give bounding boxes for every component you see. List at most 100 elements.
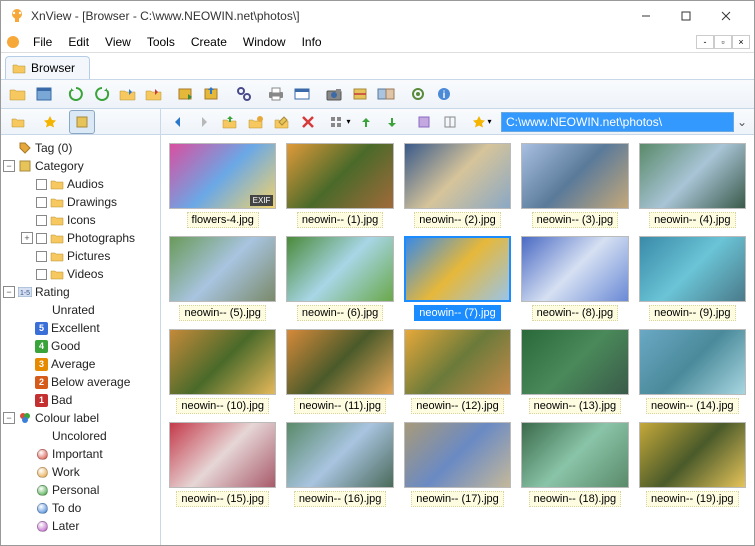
- thumbnail-filename[interactable]: neowin-- (13).jpg: [529, 398, 622, 414]
- menu-file[interactable]: File: [25, 33, 60, 51]
- thumbnail-image[interactable]: [286, 329, 393, 395]
- sort-asc-button[interactable]: [353, 110, 379, 134]
- thumbnail-item[interactable]: neowin-- (9).jpg: [639, 236, 746, 321]
- open-button[interactable]: [5, 82, 31, 106]
- tree-colour-item[interactable]: To do: [3, 499, 158, 517]
- tree-category-item[interactable]: Icons: [3, 211, 158, 229]
- thumbnail-item[interactable]: neowin-- (6).jpg: [286, 236, 393, 321]
- thumbnail-filename[interactable]: neowin-- (6).jpg: [297, 305, 383, 321]
- thumbnail-item[interactable]: neowin-- (3).jpg: [521, 143, 628, 228]
- menu-view[interactable]: View: [97, 33, 139, 51]
- thumbnail-filename[interactable]: neowin-- (10).jpg: [176, 398, 269, 414]
- thumbnail-filename[interactable]: neowin-- (19).jpg: [646, 491, 739, 507]
- tree-category[interactable]: −Category: [3, 157, 158, 175]
- thumbnail-item[interactable]: neowin-- (16).jpg: [286, 422, 393, 507]
- thumbnail-image[interactable]: [639, 422, 746, 488]
- favorites-dropdown[interactable]: ▾: [469, 110, 495, 134]
- checkbox[interactable]: [36, 179, 47, 190]
- thumbnail-filename[interactable]: flowers-4.jpg: [187, 212, 259, 228]
- new-folder-button[interactable]: [243, 110, 269, 134]
- menu-edit[interactable]: Edit: [60, 33, 97, 51]
- thumbnail-image[interactable]: [404, 329, 511, 395]
- thumbnail-image[interactable]: [404, 143, 511, 209]
- mdi-close-button[interactable]: ×: [732, 35, 750, 49]
- thumbnail-item[interactable]: neowin-- (17).jpg: [404, 422, 511, 507]
- tree-category-item[interactable]: Pictures: [3, 247, 158, 265]
- tree-colour-item[interactable]: Important: [3, 445, 158, 463]
- thumbnail-item[interactable]: neowin-- (7).jpg: [404, 236, 511, 321]
- thumbnail-item[interactable]: neowin-- (18).jpg: [521, 422, 628, 507]
- thumbnail-item[interactable]: EXIF flowers-4.jpg: [169, 143, 276, 228]
- thumbnail-item[interactable]: neowin-- (8).jpg: [521, 236, 628, 321]
- thumbnail-image[interactable]: [169, 236, 276, 302]
- tree-colour-label[interactable]: −Colour label: [3, 409, 158, 427]
- thumbnail-image[interactable]: [169, 422, 276, 488]
- thumbnail-item[interactable]: neowin-- (10).jpg: [169, 329, 276, 414]
- thumbnail-item[interactable]: neowin-- (12).jpg: [404, 329, 511, 414]
- thumbnail-filename[interactable]: neowin-- (14).jpg: [646, 398, 739, 414]
- thumbnail-item[interactable]: neowin-- (19).jpg: [639, 422, 746, 507]
- menu-create[interactable]: Create: [183, 33, 235, 51]
- thumbnail-item[interactable]: neowin-- (4).jpg: [639, 143, 746, 228]
- capture-button[interactable]: [321, 82, 347, 106]
- tree-rating-item[interactable]: 4Good: [3, 337, 158, 355]
- checkbox[interactable]: [36, 215, 47, 226]
- tree-category-item[interactable]: Audios: [3, 175, 158, 193]
- thumbnail-image[interactable]: EXIF: [169, 143, 276, 209]
- favorite-button[interactable]: [37, 110, 63, 134]
- thumbnail-item[interactable]: neowin-- (11).jpg: [286, 329, 393, 414]
- tree-rating-item[interactable]: 1Bad: [3, 391, 158, 409]
- thumbnail-image[interactable]: [169, 329, 276, 395]
- thumbnail-filename[interactable]: neowin-- (15).jpg: [176, 491, 269, 507]
- tree-rating-item[interactable]: 2Below average: [3, 373, 158, 391]
- thumbnail-image[interactable]: [521, 236, 628, 302]
- thumbnail-image[interactable]: [404, 236, 511, 302]
- tree-colour-item[interactable]: Later: [3, 517, 158, 535]
- thumbnail-filename[interactable]: neowin-- (8).jpg: [532, 305, 618, 321]
- back-button[interactable]: [165, 110, 191, 134]
- tree-colour-item[interactable]: Uncolored: [3, 427, 158, 445]
- thumbnail-image[interactable]: [286, 236, 393, 302]
- thumbnail-image[interactable]: [639, 236, 746, 302]
- view-mode-button[interactable]: ▾: [327, 110, 353, 134]
- compare-button[interactable]: [373, 82, 399, 106]
- tree-colour-item[interactable]: Personal: [3, 481, 158, 499]
- settings-button[interactable]: [405, 82, 431, 106]
- mdi-restore-button[interactable]: ▫: [714, 35, 732, 49]
- thumbnail-filename[interactable]: neowin-- (9).jpg: [649, 305, 735, 321]
- tab-browser[interactable]: Browser: [5, 56, 90, 79]
- about-button[interactable]: i: [431, 82, 457, 106]
- tree-rating[interactable]: −1-5Rating: [3, 283, 158, 301]
- menu-info[interactable]: Info: [294, 33, 330, 51]
- thumbnail-item[interactable]: neowin-- (5).jpg: [169, 236, 276, 321]
- refresh-button[interactable]: [63, 82, 89, 106]
- thumbnail-filename[interactable]: neowin-- (2).jpg: [414, 212, 500, 228]
- mdi-minimize-button[interactable]: -: [696, 35, 714, 49]
- path-dropdown[interactable]: ⌄: [734, 115, 750, 129]
- thumbnail-image[interactable]: [404, 422, 511, 488]
- thumbnail-image[interactable]: [639, 143, 746, 209]
- close-button[interactable]: [706, 2, 746, 30]
- thumbnail-item[interactable]: neowin-- (14).jpg: [639, 329, 746, 414]
- checkbox[interactable]: [36, 251, 47, 262]
- tree-rating-item[interactable]: Unrated: [3, 301, 158, 319]
- up-button[interactable]: [217, 110, 243, 134]
- thumbnail-image[interactable]: [639, 329, 746, 395]
- thumbnail-filename[interactable]: neowin-- (1).jpg: [297, 212, 383, 228]
- thumbnail-filename[interactable]: neowin-- (18).jpg: [529, 491, 622, 507]
- thumbnail-filename[interactable]: neowin-- (3).jpg: [532, 212, 618, 228]
- thumbnail-filename[interactable]: neowin-- (17).jpg: [411, 491, 504, 507]
- thumbnail-filename[interactable]: neowin-- (5).jpg: [179, 305, 265, 321]
- menu-tools[interactable]: Tools: [139, 33, 183, 51]
- rename-button[interactable]: [269, 110, 295, 134]
- export-button[interactable]: [199, 82, 225, 106]
- layout-button[interactable]: [437, 110, 463, 134]
- stop-button[interactable]: [89, 82, 115, 106]
- thumbnail-image[interactable]: [286, 143, 393, 209]
- checkbox[interactable]: [36, 269, 47, 280]
- thumbnail-image[interactable]: [286, 422, 393, 488]
- checkbox[interactable]: [36, 233, 47, 244]
- tree-category-item[interactable]: +Photographs: [3, 229, 158, 247]
- move-to-button[interactable]: [141, 82, 167, 106]
- thumbnail-filename[interactable]: neowin-- (7).jpg: [414, 305, 500, 321]
